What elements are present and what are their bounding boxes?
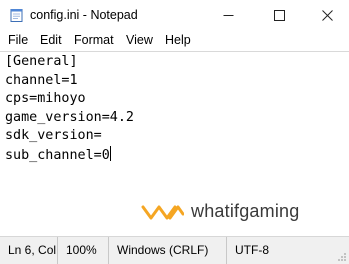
editor-line: cps=mihoyo [5,91,86,106]
menu-help[interactable]: Help [165,33,191,47]
editor-line: game_version=4.2 [5,109,134,125]
status-zoom: 100% [57,237,97,264]
status-position: Ln 6, Col [8,243,57,257]
minimize-button[interactable] [211,0,245,30]
close-button[interactable] [310,0,344,30]
close-icon [321,9,333,21]
watermark-text: whatifgaming [191,201,300,221]
minimize-icon [223,14,233,16]
status-encoding: UTF-8 [226,237,269,264]
status-line-endings: Windows (CRLF) [108,237,208,264]
editor-line-text: sub_channel=0 [5,147,110,163]
text-editor[interactable]: [General] channel=1 cps=mihoyo game_vers… [0,51,349,236]
menu-bar: File Edit Format View Help [0,30,349,51]
editor-content: [General] channel=1 cps=mihoyo game_vers… [5,53,134,164]
maximize-button[interactable] [262,0,296,30]
notepad-icon [10,9,23,22]
watermark: whatifgaming [140,201,330,224]
menu-edit[interactable]: Edit [40,33,62,47]
editor-line: [General] [5,54,78,69]
menu-format[interactable]: Format [74,33,114,47]
editor-line: channel=1 [5,72,78,88]
editor-line-current: sub_channel=0 [5,145,134,165]
window-title: config.ini - Notepad [30,8,138,22]
menu-view[interactable]: View [126,33,153,47]
title-bar[interactable]: config.ini - Notepad [0,0,349,30]
maximize-icon [273,9,285,21]
menu-file[interactable]: File [8,33,28,47]
resize-grip-icon[interactable] [337,252,347,262]
notepad-window: config.ini - Notepad File Edit Format Vi… [0,0,349,264]
status-bar: Ln 6, Col 100% Windows (CRLF) UTF-8 [0,236,349,264]
whatifgaming-logo-icon [141,205,184,220]
editor-line: sdk_version= [5,128,102,143]
text-caret [109,145,111,161]
